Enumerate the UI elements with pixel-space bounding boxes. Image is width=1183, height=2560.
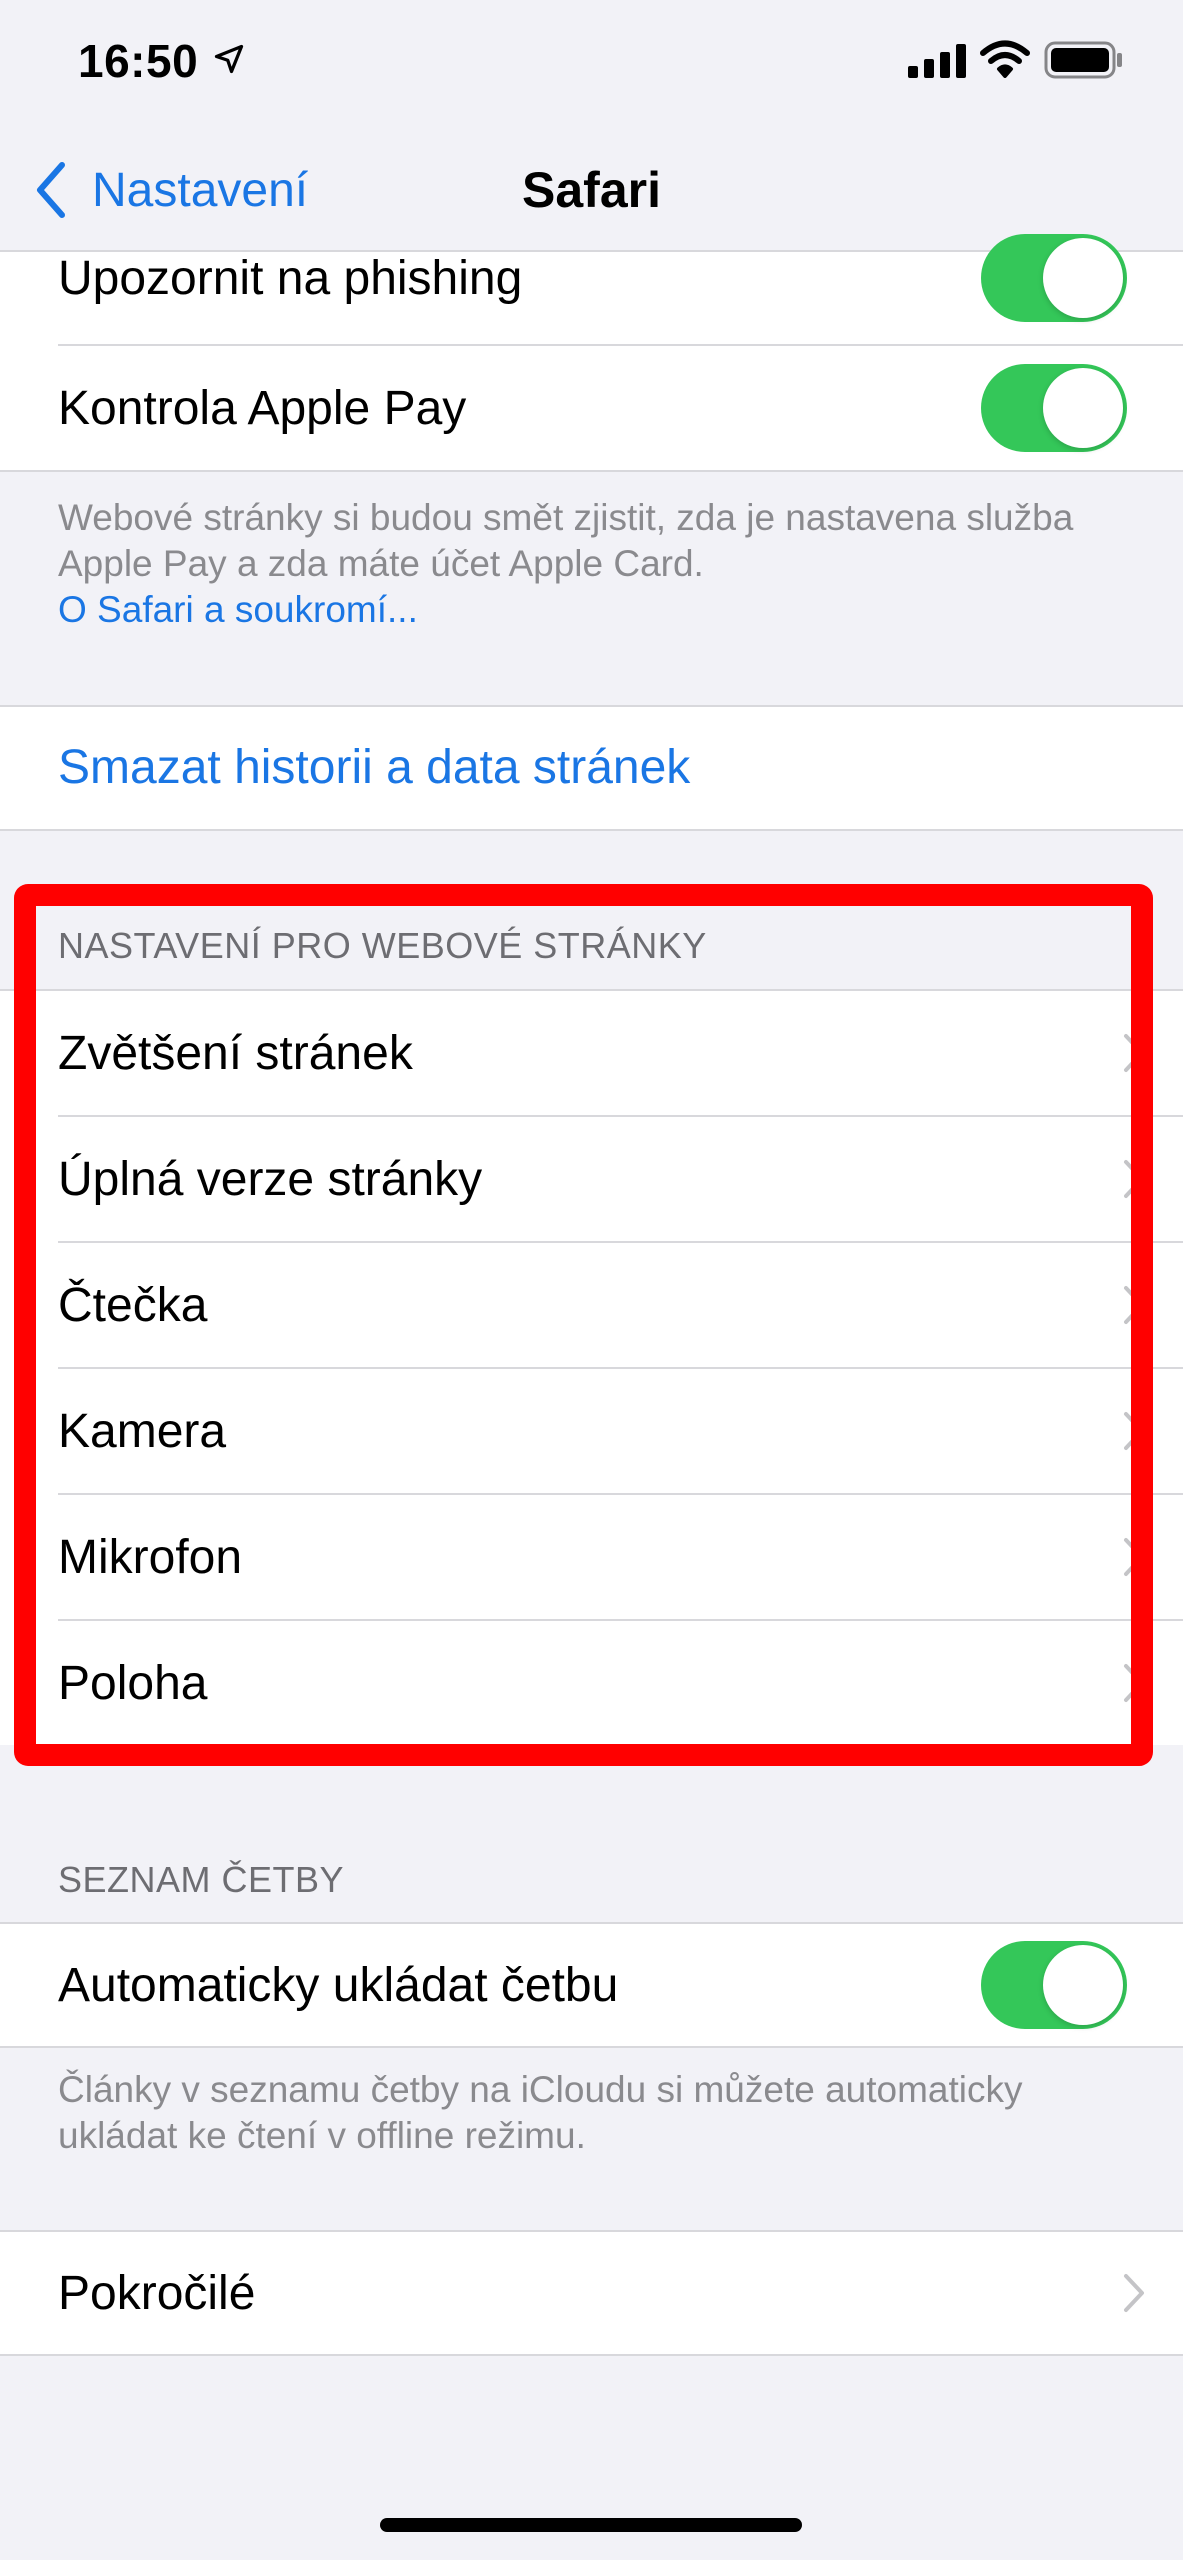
chevron-right-icon [1124,1664,1144,1702]
divider [0,2046,1183,2048]
chevron-right-icon [1124,1034,1144,1072]
toggle-knob [1043,238,1123,318]
row-label: Kamera [58,1405,227,1458]
location-arrow-icon [214,44,244,74]
row-label: Upozornit na phishing [58,252,523,305]
status-bar: 16:50 [0,0,1183,130]
status-time: 16:50 [78,35,199,87]
divider [0,2354,1183,2356]
row-microphone[interactable]: Mikrofon [0,1495,1183,1620]
reading-list-header: SEZNAM ČETBY [58,1859,345,1900]
phishing-warning-toggle[interactable] [981,234,1127,322]
advanced-group: Pokročilé [0,2230,1183,2356]
clear-history-group: Smazat historii a data stránek [0,705,1183,831]
chevron-right-icon [1124,1538,1144,1576]
row-advanced[interactable]: Pokročilé [0,2231,1183,2356]
row-label: Úplná verze stránky [58,1153,483,1206]
row-reader[interactable]: Čtečka [0,1243,1183,1368]
row-label: Automaticky ukládat četbu [58,1959,619,2012]
row-label: Kontrola Apple Pay [58,382,467,435]
privacy-footer-line-1: Webové stránky si budou smět zjistit, zd… [58,497,1074,538]
row-label: Pokročilé [58,2267,256,2320]
website-settings-header: NASTAVENÍ PRO WEBOVÉ STRÁNKY [58,925,707,966]
chevron-right-icon [1124,1286,1144,1324]
website-settings-group: Zvětšení stránek Úplná verze stránky Čte… [0,989,1183,1745]
toggle-knob [1043,368,1123,448]
chevron-right-icon [1124,2274,1144,2312]
row-label: Čtečka [58,1279,208,1332]
chevron-right-icon [1124,1412,1144,1450]
auto-save-offline-toggle[interactable] [981,1941,1127,2029]
wifi-icon [980,40,1030,78]
row-auto-save-offline: Automaticky ukládat četbu [0,1923,1183,2048]
row-page-zoom[interactable]: Zvětšení stránek [0,991,1183,1116]
cellular-signal-icon [908,44,966,78]
divider [0,470,1183,472]
row-label: Zvětšení stránek [58,1027,413,1080]
chevron-right-icon [1124,1160,1144,1198]
privacy-group: Upozornit na phishing Kontrola Apple Pay [0,234,1183,472]
row-label: Mikrofon [58,1531,243,1584]
battery-icon [1044,41,1122,79]
about-safari-privacy-link[interactable]: O Safari a soukromí... [58,587,418,633]
row-label: Poloha [58,1657,208,1710]
privacy-footer-line-2: Apple Pay a zda máte účet Apple Card. [58,543,704,584]
home-indicator[interactable] [380,2518,802,2532]
row-phishing-warning: Upozornit na phishing [0,216,1183,341]
reading-list-footer-line-2: ukládat ke čtení v offline režimu. [58,2115,586,2156]
reading-list-footer-line-1: Články v seznamu četby na iCloudu si můž… [58,2069,1023,2110]
divider [0,829,1183,831]
reading-list-group: Automaticky ukládat četbu [0,1922,1183,2048]
toggle-knob [1043,1945,1123,2025]
clear-history-button[interactable]: Smazat historii a data stránek [58,705,690,830]
row-location[interactable]: Poloha [0,1621,1183,1746]
row-desktop-website[interactable]: Úplná verze stránky [0,1117,1183,1242]
page-title: Safari [522,162,661,218]
row-camera[interactable]: Kamera [0,1369,1183,1494]
apple-pay-check-toggle[interactable] [981,364,1127,452]
row-apple-pay-check: Kontrola Apple Pay [0,346,1183,471]
